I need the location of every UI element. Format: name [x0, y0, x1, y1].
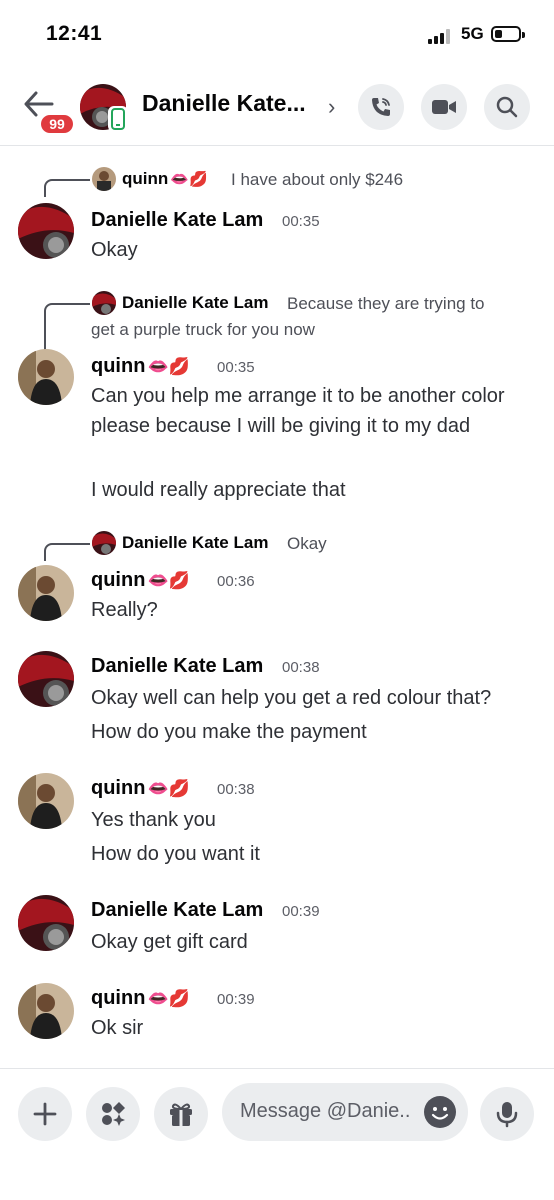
message-author[interactable]: Danielle Kate Lam	[91, 899, 263, 922]
battery-icon	[491, 26, 525, 42]
avatar	[92, 531, 116, 555]
reply-preview[interactable]: quinn 👄💋 I have about only $246	[44, 167, 544, 207]
reply-preview[interactable]: Danielle Kate Lam Because they are tryin…	[44, 291, 544, 353]
message-text: Really?	[91, 599, 158, 621]
message-author[interactable]: Danielle Kate Lam	[91, 655, 263, 678]
mobile-icon	[108, 106, 128, 132]
avatar	[92, 291, 116, 315]
reply-preview[interactable]: Danielle Kate Lam Okay	[44, 531, 544, 571]
avatar[interactable]	[18, 773, 74, 829]
call-button[interactable]	[358, 84, 404, 130]
network-label: 5G	[461, 24, 484, 43]
unread-badge: 99	[38, 112, 76, 136]
apps-icon	[102, 1102, 125, 1126]
add-attachment-button[interactable]	[18, 1087, 72, 1141]
status-time: 12:41	[46, 22, 103, 45]
message-timestamp: 00:35	[217, 359, 255, 376]
message-text: Okay	[91, 239, 138, 261]
message-composer: Message @Danie..	[0, 1068, 554, 1200]
reply-author: Danielle Kate Lam	[122, 293, 269, 312]
message-text: How do you make the payment	[91, 721, 367, 743]
channel-title[interactable]: Danielle Kate...	[142, 90, 306, 117]
status-bar: 12:41 5G	[0, 0, 554, 70]
reply-text: Because they are trying to	[287, 294, 485, 313]
message-author[interactable]: quinn 👄💋	[91, 569, 190, 592]
search-icon	[496, 96, 518, 118]
message-timestamp: 00:39	[282, 903, 320, 920]
reply-text: Okay	[287, 534, 327, 553]
message-timestamp: 00:38	[217, 781, 255, 798]
message-text: Yes thank you	[91, 809, 216, 831]
channel-header: 99 Danielle Kate... ›	[0, 72, 554, 146]
avatar[interactable]	[18, 203, 74, 259]
message-timestamp: 00:35	[282, 213, 320, 230]
video-camera-icon	[432, 100, 456, 114]
avatar[interactable]	[18, 895, 74, 951]
signal-icon	[428, 28, 454, 44]
message-text: I would really appreciate that	[91, 479, 346, 501]
message-author[interactable]: Danielle Kate Lam	[91, 209, 263, 232]
reply-author: Danielle Kate Lam	[122, 533, 269, 552]
gift-button[interactable]	[154, 1087, 208, 1141]
gift-icon	[170, 1103, 192, 1126]
message-text: Okay well can help you get a red colour …	[91, 687, 492, 709]
message-author[interactable]: quinn 👄💋	[91, 987, 190, 1010]
message-timestamp: 00:36	[217, 573, 255, 590]
plus-icon	[33, 1102, 57, 1126]
voice-message-button[interactable]	[480, 1087, 534, 1141]
search-button[interactable]	[484, 84, 530, 130]
message-text: Ok sir	[91, 1017, 144, 1039]
message-placeholder: Message @Danie..	[240, 1100, 411, 1122]
message-list[interactable]: quinn 👄💋 I have about only $246 Danielle …	[0, 147, 554, 1067]
reply-text: get a purple truck for you now	[91, 320, 315, 339]
avatar[interactable]	[18, 565, 74, 621]
avatar	[92, 167, 116, 191]
reply-author: quinn 👄💋	[122, 169, 208, 188]
phone-call-icon	[372, 98, 390, 116]
message-timestamp: 00:38	[282, 659, 320, 676]
microphone-icon	[496, 1102, 518, 1128]
avatar[interactable]	[18, 983, 74, 1039]
video-call-button[interactable]	[421, 84, 467, 130]
message-text: Can you help me arrange it to be another…	[91, 385, 505, 437]
message-timestamp: 00:39	[217, 991, 255, 1008]
message-input[interactable]: Message @Danie..	[222, 1083, 468, 1141]
message-author[interactable]: quinn 👄💋	[91, 355, 190, 378]
avatar[interactable]	[18, 651, 74, 707]
emoji-icon[interactable]	[424, 1096, 456, 1128]
reply-text: I have about only $246	[231, 170, 404, 189]
apps-button[interactable]	[86, 1087, 140, 1141]
message-author[interactable]: quinn 👄💋	[91, 777, 190, 800]
message-text: Okay get gift card	[91, 931, 248, 953]
message-text: How do you want it	[91, 843, 260, 865]
chevron-right-icon[interactable]: ›	[328, 94, 335, 120]
avatar[interactable]	[18, 349, 74, 405]
